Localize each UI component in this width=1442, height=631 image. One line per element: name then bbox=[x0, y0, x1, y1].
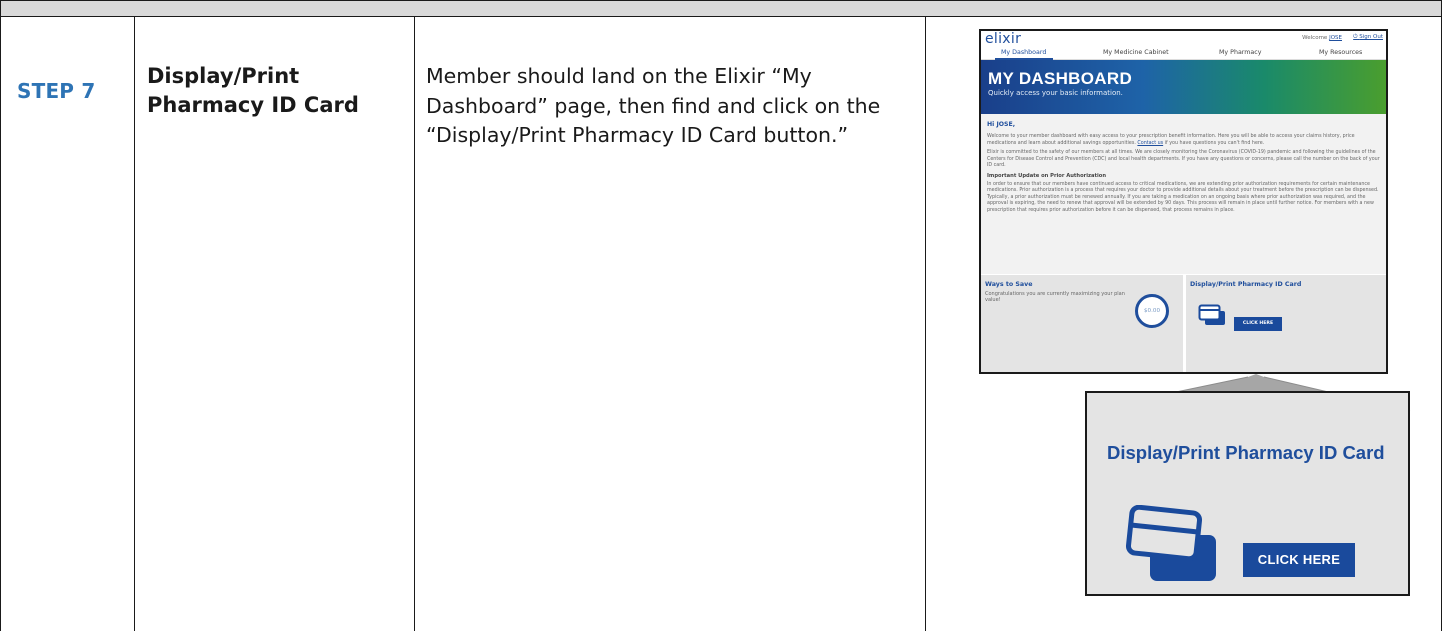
zoomed-click-here-button[interactable]: CLICK HERE bbox=[1243, 543, 1355, 577]
zoomed-id-card-icon bbox=[1126, 505, 1216, 581]
zoomed-id-card-title: Display/Print Pharmacy ID Card bbox=[1107, 442, 1385, 463]
zoomed-id-card-callout: Display/Print Pharmacy ID Card CLICK HER… bbox=[1085, 391, 1410, 596]
